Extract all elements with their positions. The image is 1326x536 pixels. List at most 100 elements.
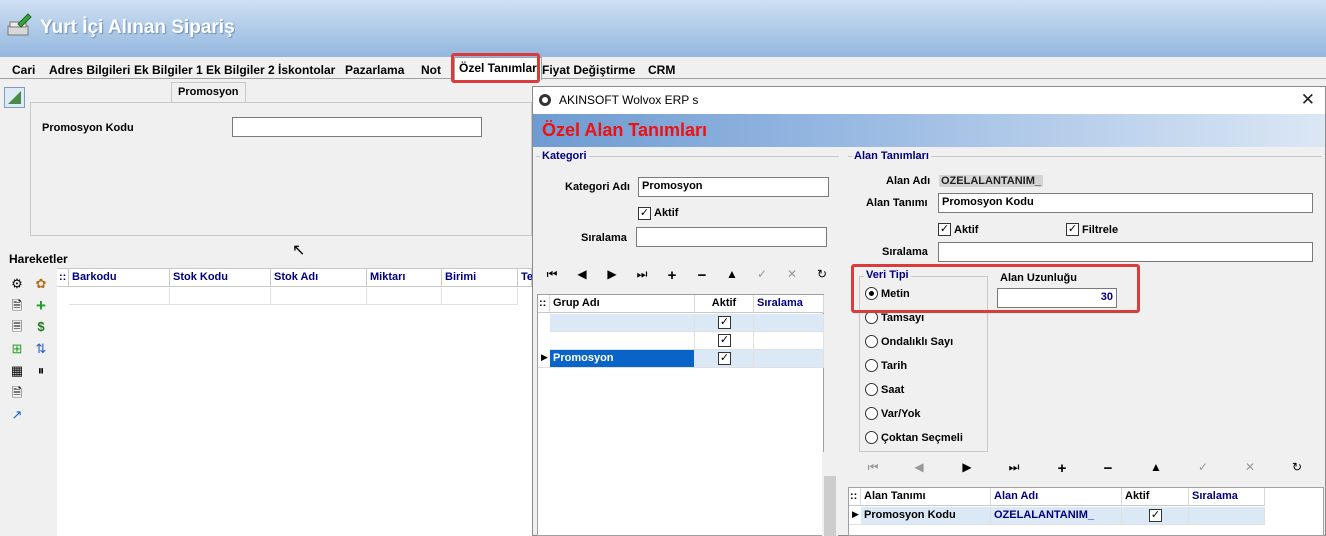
tab-cari[interactable]: Cari [12,60,35,79]
column-grup-adi[interactable]: Grup Adı [550,295,695,313]
column-alan-aktif[interactable]: Aktif [1122,488,1189,506]
link-icon[interactable]: ↗ [8,406,26,424]
radio-coktan-secmeli[interactable] [865,431,878,444]
first-icon[interactable]: ⏮ [543,267,561,282]
refresh-icon[interactable]: ↻ [813,267,831,281]
post-icon[interactable]: ✓ [753,267,771,281]
grup-row-3-name[interactable]: Promosyon [550,350,695,368]
column-birimi[interactable]: Birimi [442,269,518,287]
grup-row-1-aktif[interactable]: ✓ [695,314,754,332]
next-icon[interactable]: ▶ [958,460,976,474]
document-icon[interactable]: 🗏 [8,318,26,336]
refresh-icon[interactable]: ↻ [1288,460,1306,474]
filtrele-checkbox[interactable]: ✓ [1066,223,1079,236]
radio-var-yok[interactable] [865,407,878,420]
settings-icon[interactable]: ⚙ [8,275,26,293]
kategori-aktif-checkbox[interactable]: ✓ [638,207,651,220]
alan-row-aktif-checkbox[interactable]: ✓ [1149,509,1162,522]
promosyon-kodu-label: Promosyon Kodu [42,122,134,134]
sort-icon[interactable]: ⇅ [32,340,50,358]
delete-icon[interactable]: − [693,267,711,284]
promosyon-kodu-input[interactable] [232,117,482,137]
cancel-icon[interactable]: ✕ [1241,460,1259,474]
alan-row-siralama[interactable] [1189,507,1265,525]
column-alan-siralama[interactable]: Sıralama [1189,488,1265,506]
alan-row-adi[interactable]: OZELALANTANIM_ [991,507,1122,525]
column-aktif[interactable]: Aktif [695,295,754,313]
edit-icon[interactable]: ▲ [1147,460,1165,474]
alan-row-tanim[interactable]: Promosyon Kodu [861,507,991,525]
column-miktari[interactable]: Miktarı [367,269,442,287]
add-row-icon[interactable]: + [32,297,50,315]
alan-row-aktif[interactable]: ✓ [1122,507,1189,525]
column-stok-adi[interactable]: Stok Adı [271,269,367,287]
column-siralama[interactable]: Sıralama [754,295,824,313]
column-alan-tanimi[interactable]: Alan Tanımı [861,488,991,506]
hareketler-grid[interactable]: :: Barkodu Stok Kodu Stok Adı Miktarı Bi… [57,268,533,536]
subtab-promosyon[interactable]: Promosyon [171,82,246,103]
add-item-icon[interactable]: ⊞ [8,340,26,358]
tab-not[interactable]: Not [421,60,441,79]
kategori-adi-label: Kategori Adı [565,181,630,193]
radio-saat-label: Saat [881,384,905,396]
next-icon[interactable]: ▶ [603,267,621,281]
prev-icon[interactable]: ◀ [573,267,591,281]
post-icon[interactable]: ✓ [1194,460,1212,474]
left-tool-button[interactable] [4,87,25,108]
tab-pazarlama[interactable]: Pazarlama [345,60,404,79]
scrollbar-thumb[interactable] [824,476,836,536]
pause-icon[interactable]: ⏸ [32,362,50,380]
grup-row-3-siralama[interactable] [754,350,824,368]
add-icon[interactable]: + [663,267,681,284]
grup-row-2-aktif[interactable]: ✓ [695,332,754,350]
columns-icon[interactable]: ▦ [8,362,26,380]
table-row[interactable] [367,288,442,305]
kategori-scrollbar[interactable] [822,452,838,536]
cancel-icon[interactable]: ✕ [783,267,801,281]
radio-tarih[interactable] [865,359,878,372]
delete-icon[interactable]: − [1099,460,1117,477]
tab-iskontolar[interactable]: İskontolar [278,60,335,79]
tab-adres-bilgileri[interactable]: Adres Bilgileri [49,60,130,79]
tab-ek-bilgiler-2[interactable]: Ek Bilgiler 2 [206,60,275,79]
table-row[interactable] [271,288,367,305]
grup-row-2-name[interactable] [550,332,695,350]
alan-siralama-input[interactable] [938,242,1313,262]
add-icon[interactable]: + [1053,460,1071,477]
column-te[interactable]: Te [518,269,533,287]
grup-row-3-aktif-checkbox[interactable]: ✓ [718,352,731,365]
close-icon[interactable]: ✕ [1301,90,1315,110]
stock-icon[interactable]: ✿ [32,275,50,293]
grup-row-1-aktif-checkbox[interactable]: ✓ [718,316,731,329]
kategori-adi-input[interactable]: Promosyon [638,177,829,197]
tab-crm[interactable]: CRM [648,60,675,79]
grup-row-2-siralama[interactable] [754,332,824,350]
kategori-siralama-input[interactable] [636,227,827,247]
column-stok-kodu[interactable]: Stok Kodu [170,269,271,287]
column-barkodu[interactable]: Barkodu [69,269,170,287]
table-row[interactable] [170,288,271,305]
report-icon[interactable]: 🗎 [8,384,26,402]
radio-ondalikli[interactable] [865,335,878,348]
edit-icon[interactable]: ▲ [723,267,741,281]
alan-aktif-checkbox[interactable]: ✓ [938,223,951,236]
prev-icon[interactable]: ◀ [910,460,928,474]
kategori-grid[interactable]: :: Grup Adı Aktif Sıralama ✓ ✓ ▶ Promosy… [537,294,824,536]
new-document-icon[interactable]: 🗎 [8,297,26,315]
tab-ek-bilgiler-1[interactable]: Ek Bilgiler 1 [134,60,203,79]
alan-grid[interactable]: :: Alan Tanımı Alan Adı Aktif Sıralama ▶… [848,487,1324,536]
table-row[interactable] [442,288,518,305]
last-icon[interactable]: ⏭ [1005,460,1023,475]
grup-row-1-name[interactable] [550,314,695,332]
price-icon[interactable]: $ [32,318,50,336]
tab-fiyat-degistirme[interactable]: Fiyat Değiştirme [542,60,635,79]
column-alan-adi[interactable]: Alan Adı [991,488,1122,506]
grup-row-2-aktif-checkbox[interactable]: ✓ [718,334,731,347]
grup-row-1-siralama[interactable] [754,314,824,332]
grup-row-3-aktif[interactable]: ✓ [695,350,754,368]
radio-saat[interactable] [865,383,878,396]
last-icon[interactable]: ⏭ [633,267,651,282]
table-row[interactable] [69,288,170,305]
first-icon[interactable]: ⏮ [864,460,882,475]
alan-tanimi-input[interactable]: Promosyon Kodu [938,193,1313,213]
